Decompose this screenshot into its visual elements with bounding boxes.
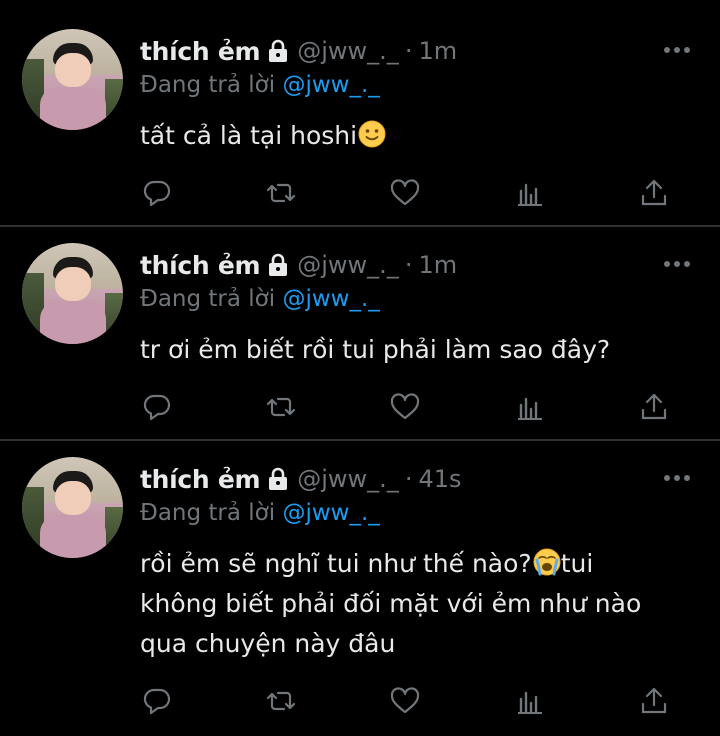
timeline: thích ẻm @jww_._ · 1m Đang trả lời @jww_… (0, 0, 720, 736)
username-handle[interactable]: @jww_._ (297, 465, 399, 493)
reply-icon[interactable] (140, 684, 174, 718)
tweet-text-line: tất cả là tại hoshi (140, 121, 358, 150)
like-icon[interactable] (388, 684, 422, 718)
views-icon[interactable] (513, 684, 547, 718)
tweet-text: tr ơi ẻm biết rồi tui phải làm sao đây? (140, 330, 700, 370)
avatar[interactable] (22, 457, 123, 558)
tweet[interactable]: thích ẻm @jww_._ · 41s Đang trả lời @jww… (0, 441, 720, 736)
timestamp[interactable]: 1m (418, 37, 457, 65)
lock-icon (267, 39, 289, 63)
loudly-crying-face-icon (533, 548, 561, 576)
timestamp[interactable]: 41s (418, 465, 461, 493)
lock-icon (267, 253, 289, 277)
separator-dot: · (404, 465, 413, 493)
retweet-icon[interactable] (264, 390, 298, 424)
reply-mention-link[interactable]: @jww_._ (282, 286, 379, 312)
share-icon[interactable] (637, 684, 671, 718)
share-icon[interactable] (637, 390, 671, 424)
avatar[interactable] (22, 243, 123, 344)
reply-prefix: Đang trả lời (140, 72, 276, 98)
username-handle[interactable]: @jww_._ (297, 37, 399, 65)
like-icon[interactable] (388, 390, 422, 424)
reply-icon[interactable] (140, 176, 174, 210)
tweet-text: tất cả là tại hoshi (140, 116, 700, 156)
tweet-text-line: không biết phải đối mặt với ẻm như nào (140, 589, 642, 618)
reply-icon[interactable] (140, 390, 174, 424)
reply-mention-link[interactable]: @jww_._ (282, 72, 379, 98)
like-icon[interactable] (388, 176, 422, 210)
views-icon[interactable] (513, 176, 547, 210)
tweet-text: rồi ẻm sẽ nghĩ tui như thế nào? tui không… (140, 544, 700, 664)
more-options-icon[interactable] (662, 470, 692, 484)
username-handle[interactable]: @jww_._ (297, 251, 399, 279)
reply-context: Đang trả lời @jww_._ (140, 500, 380, 526)
tweet[interactable]: thích ẻm @jww_._ · 1m Đang trả lời @jww_… (0, 0, 720, 226)
share-icon[interactable] (637, 176, 671, 210)
retweet-icon[interactable] (264, 176, 298, 210)
avatar[interactable] (22, 29, 123, 130)
tweet-text-line: rồi ẻm sẽ nghĩ tui như thế nào? (140, 549, 532, 578)
display-name[interactable]: thích ẻm (140, 465, 261, 494)
more-options-icon[interactable] (662, 256, 692, 270)
timestamp[interactable]: 1m (418, 251, 457, 279)
reply-context: Đang trả lời @jww_._ (140, 286, 380, 312)
retweet-icon[interactable] (264, 684, 298, 718)
tweet-text-line: qua chuyện này đâu (140, 629, 396, 658)
display-name[interactable]: thích ẻm (140, 251, 261, 280)
reply-prefix: Đang trả lời (140, 500, 276, 526)
slightly-smiling-face-icon (358, 120, 386, 148)
tweet[interactable]: thích ẻm @jww_._ · 1m Đang trả lời @jww_… (0, 227, 720, 440)
tweet-text-line: tr ơi ẻm biết rồi tui phải làm sao đây? (140, 335, 611, 364)
lock-icon (267, 467, 289, 491)
separator-dot: · (404, 251, 413, 279)
display-name[interactable]: thích ẻm (140, 37, 261, 66)
reply-mention-link[interactable]: @jww_._ (282, 500, 379, 526)
more-options-icon[interactable] (662, 42, 692, 56)
views-icon[interactable] (513, 390, 547, 424)
reply-context: Đang trả lời @jww_._ (140, 72, 380, 98)
separator-dot: · (404, 37, 413, 65)
reply-prefix: Đang trả lời (140, 286, 276, 312)
tweet-text-line: tui (560, 549, 594, 578)
